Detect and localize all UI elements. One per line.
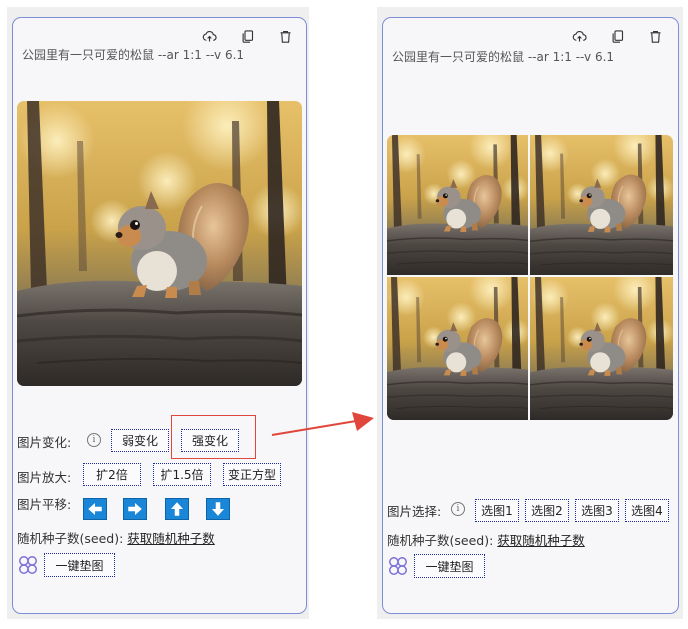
get-seed-link[interactable]: 获取随机种子数 — [127, 531, 215, 546]
select-image-2-button[interactable]: 选图2 — [525, 499, 569, 522]
seed-row: 随机种子数(seed): 获取随机种子数 — [17, 528, 215, 547]
one-click-pad-button[interactable]: 一键垫图 — [414, 554, 485, 578]
zoom-2x-button[interactable]: 扩2倍 — [83, 463, 141, 486]
grid-image-2[interactable] — [530, 135, 673, 277]
pan-left-button[interactable] — [83, 498, 107, 520]
trash-icon[interactable] — [275, 26, 295, 46]
left-toolbar — [199, 26, 295, 46]
seed-row: 随机种子数(seed): 获取随机种子数 — [387, 530, 585, 549]
red-arrow-icon — [271, 412, 374, 436]
left-result-card: 公园里有一只可爱的松鼠 --ar 1:1 --v 6.1 图片变化: i 弱变化… — [12, 17, 307, 614]
select-image-1-button[interactable]: 选图1 — [475, 499, 519, 522]
make-square-button[interactable]: 变正方型 — [223, 463, 281, 486]
select-image-3-button[interactable]: 选图3 — [575, 499, 619, 522]
copy-icon[interactable] — [607, 26, 627, 46]
right-result-card: 公园里有一只可爱的松鼠 --ar 1:1 --v 6.1 图片选择: i 选图1… — [382, 17, 679, 614]
select-label: 图片选择: — [387, 504, 442, 519]
info-icon[interactable]: i — [451, 502, 465, 516]
seed-label: 随机种子数(seed): — [17, 531, 124, 546]
grid-image-1[interactable] — [387, 135, 529, 276]
clover-icon — [19, 556, 37, 574]
grid-image-4[interactable] — [530, 267, 673, 420]
arrow-left-icon — [88, 503, 102, 515]
arrow-down-icon — [212, 502, 224, 516]
grid-image-3[interactable] — [387, 267, 531, 420]
strong-variation-highlight — [171, 415, 256, 459]
zoom-1-5x-button[interactable]: 扩1.5倍 — [153, 463, 211, 486]
right-prompt-text: 公园里有一只可爱的松鼠 --ar 1:1 --v 6.1 — [392, 50, 615, 64]
left-prompt-text: 公园里有一只可爱的松鼠 --ar 1:1 --v 6.1 — [22, 48, 245, 62]
right-toolbar — [569, 26, 665, 46]
weak-variation-button[interactable]: 弱变化 — [111, 429, 169, 452]
variation-label: 图片变化: — [17, 435, 72, 450]
right-image-grid — [387, 135, 673, 420]
left-generated-image[interactable] — [17, 101, 302, 386]
zoom-label: 图片放大: — [17, 470, 72, 485]
arrow-up-icon — [171, 502, 183, 516]
info-icon[interactable]: i — [87, 433, 101, 447]
pan-down-button[interactable] — [206, 498, 230, 520]
one-click-pad-button[interactable]: 一键垫图 — [44, 553, 115, 577]
pan-label: 图片平移: — [17, 497, 72, 512]
select-image-4-button[interactable]: 选图4 — [625, 499, 669, 522]
seed-label: 随机种子数(seed): — [387, 533, 494, 548]
arrow-right-icon — [128, 503, 142, 515]
cloud-upload-icon[interactable] — [199, 26, 219, 46]
trash-icon[interactable] — [645, 26, 665, 46]
get-seed-link[interactable]: 获取随机种子数 — [497, 533, 585, 548]
clover-icon — [389, 557, 407, 575]
pan-right-button[interactable] — [123, 498, 147, 520]
copy-icon[interactable] — [237, 26, 257, 46]
cloud-upload-icon[interactable] — [569, 26, 589, 46]
pan-up-button[interactable] — [165, 498, 189, 520]
